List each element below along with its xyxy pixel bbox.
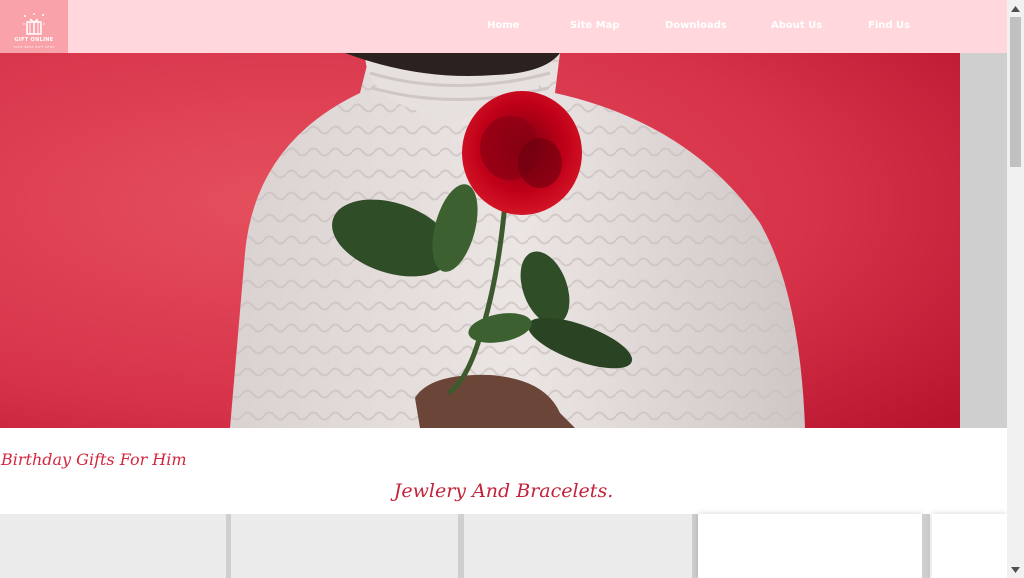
nav-site-map[interactable]: Site Map — [570, 20, 620, 31]
page-subtitle: Birthday Gifts For Him — [1, 450, 187, 469]
vertical-scrollbar[interactable] — [1007, 0, 1024, 578]
scrollbar-thumb[interactable] — [1010, 17, 1021, 167]
hero-image — [0, 53, 960, 428]
nav-find-us[interactable]: Find Us — [868, 20, 910, 31]
site-logo[interactable]: GIFT ONLINE YOUR BEST GIFT SHOP — [0, 0, 68, 53]
card-divider — [922, 514, 930, 578]
scroll-up-arrow-icon[interactable] — [1007, 0, 1024, 17]
gift-icon — [23, 13, 45, 35]
logo-text: GIFT ONLINE — [14, 37, 54, 43]
top-header: GIFT ONLINE YOUR BEST GIFT SHOP Home Sit… — [0, 0, 1007, 53]
product-card[interactable] — [0, 514, 226, 578]
product-card[interactable] — [231, 514, 458, 578]
section-title: Jewlery And Bracelets. — [393, 480, 614, 502]
nav-home[interactable]: Home — [487, 20, 519, 31]
nav-about-us[interactable]: About Us — [771, 20, 822, 31]
logo-subtext: YOUR BEST GIFT SHOP — [13, 45, 55, 49]
nav-downloads[interactable]: Downloads — [665, 20, 727, 31]
product-card[interactable] — [464, 514, 692, 578]
product-card[interactable] — [698, 514, 922, 578]
hero-side-panel — [960, 53, 1007, 428]
scroll-down-arrow-icon[interactable] — [1007, 561, 1024, 578]
product-card[interactable] — [932, 514, 1007, 578]
hero-illustration — [0, 53, 960, 428]
